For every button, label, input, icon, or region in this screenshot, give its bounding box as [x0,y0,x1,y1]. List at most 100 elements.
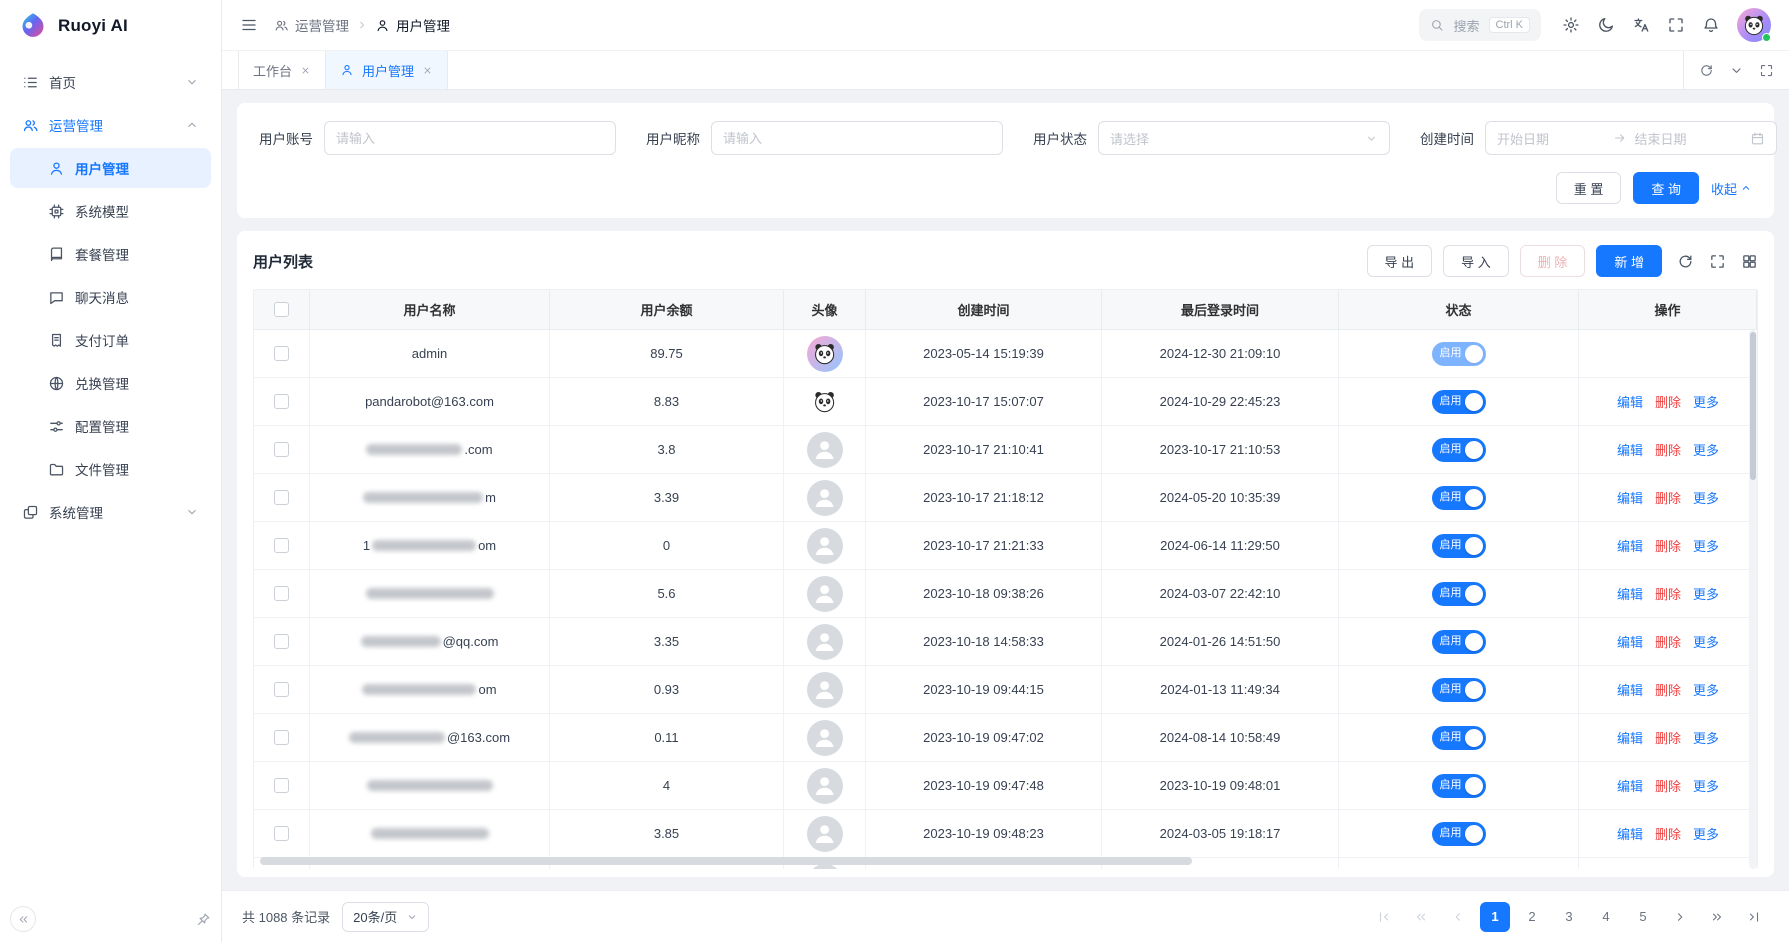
edit-link[interactable]: 编辑 [1617,584,1643,603]
more-link[interactable]: 更多 [1693,632,1719,651]
row-checkbox[interactable] [274,442,289,457]
status-toggle[interactable]: 启用 [1432,582,1486,606]
delete-link[interactable]: 删除 [1655,632,1681,651]
more-link[interactable]: 更多 [1693,536,1719,555]
status-toggle[interactable]: 启用 [1432,630,1486,654]
delete-link[interactable]: 删除 [1655,824,1681,843]
delete-button[interactable]: 删 除 [1520,245,1586,277]
status-toggle[interactable]: 启用 [1432,438,1486,462]
dark-mode-icon[interactable] [1597,16,1615,34]
row-checkbox[interactable] [274,730,289,745]
row-checkbox[interactable] [274,682,289,697]
row-checkbox[interactable] [274,490,289,505]
vertical-scrollbar-thumb[interactable] [1750,332,1756,480]
edit-link[interactable]: 编辑 [1617,536,1643,555]
page-button-5[interactable]: 5 [1628,902,1658,932]
status-toggle[interactable]: 启用 [1432,534,1486,558]
page-button-1[interactable]: 1 [1480,902,1510,932]
horizontal-scrollbar-thumb[interactable] [260,857,1192,865]
tab-menu-chevron-icon[interactable] [1729,63,1744,78]
sidebar-collapse-button[interactable] [10,906,36,932]
edit-link[interactable]: 编辑 [1617,728,1643,747]
maximize-content-icon[interactable] [1759,63,1774,78]
last-page-button[interactable] [1739,902,1769,932]
sidebar-subitem-item[interactable]: 配置管理 [10,406,211,446]
tab-close-icon[interactable] [422,65,433,76]
delete-link[interactable]: 删除 [1655,440,1681,459]
page-size-select[interactable]: 20条/页 [342,902,429,932]
hamburger-icon[interactable] [240,16,258,34]
account-input[interactable] [336,131,604,146]
delete-link[interactable]: 删除 [1655,488,1681,507]
sidebar-item-system[interactable]: 系统管理 [10,492,211,532]
refresh-table-icon[interactable] [1677,253,1694,270]
sidebar-item-home[interactable]: 首页 [10,62,211,102]
sidebar-subitem-active[interactable]: 用户管理 [10,148,211,188]
import-button[interactable]: 导 入 [1443,245,1509,277]
reset-button[interactable]: 重 置 [1556,172,1622,204]
status-toggle[interactable]: 启用 [1432,726,1486,750]
pin-icon[interactable] [196,912,211,927]
delete-link[interactable]: 删除 [1655,536,1681,555]
row-checkbox[interactable] [274,394,289,409]
status-select[interactable]: 请选择 [1098,121,1390,155]
collapse-filter-link[interactable]: 收起 [1711,179,1752,198]
more-link[interactable]: 更多 [1693,488,1719,507]
add-button[interactable]: 新 增 [1596,245,1662,277]
edit-link[interactable]: 编辑 [1617,776,1643,795]
delete-link[interactable]: 删除 [1655,584,1681,603]
date-range-picker[interactable]: 开始日期 结束日期 [1485,121,1777,155]
delete-link[interactable]: 删除 [1655,728,1681,747]
nickname-input[interactable] [723,131,991,146]
sidebar-subitem-item[interactable]: 聊天消息 [10,277,211,317]
edit-link[interactable]: 编辑 [1617,632,1643,651]
status-toggle[interactable]: 启用 [1432,774,1486,798]
delete-link[interactable]: 删除 [1655,776,1681,795]
next-page-button[interactable] [1665,902,1695,932]
more-link[interactable]: 更多 [1693,728,1719,747]
tab-close-icon[interactable] [300,65,311,76]
more-link[interactable]: 更多 [1693,824,1719,843]
edit-link[interactable]: 编辑 [1617,392,1643,411]
language-icon[interactable] [1632,16,1650,34]
global-search[interactable]: 搜索 Ctrl K [1419,9,1541,41]
sidebar-subitem-item[interactable]: 系统模型 [10,191,211,231]
settings-icon[interactable] [1562,16,1580,34]
table-fullscreen-icon[interactable] [1709,253,1726,270]
page-button-3[interactable]: 3 [1554,902,1584,932]
fullscreen-icon[interactable] [1667,16,1685,34]
tab[interactable]: 用户管理 [326,51,448,89]
export-button[interactable]: 导 出 [1367,245,1433,277]
more-link[interactable]: 更多 [1693,440,1719,459]
row-checkbox[interactable] [274,538,289,553]
user-avatar[interactable] [1737,8,1771,42]
column-settings-icon[interactable] [1741,253,1758,270]
page-button-2[interactable]: 2 [1517,902,1547,932]
edit-link[interactable]: 编辑 [1617,824,1643,843]
row-checkbox[interactable] [274,826,289,841]
more-link[interactable]: 更多 [1693,392,1719,411]
row-checkbox[interactable] [274,778,289,793]
status-toggle[interactable]: 启用 [1432,822,1486,846]
select-all-checkbox[interactable] [274,302,289,317]
more-link[interactable]: 更多 [1693,776,1719,795]
page-button-4[interactable]: 4 [1591,902,1621,932]
notifications-icon[interactable] [1702,16,1720,34]
sidebar-subitem-item[interactable]: 套餐管理 [10,234,211,274]
row-checkbox[interactable] [274,586,289,601]
status-toggle[interactable]: 启用 [1432,390,1486,414]
brand[interactable]: Ruoyi AI [0,0,221,52]
delete-link[interactable]: 删除 [1655,680,1681,699]
row-checkbox[interactable] [274,346,289,361]
query-button[interactable]: 查 询 [1633,172,1699,204]
edit-link[interactable]: 编辑 [1617,680,1643,699]
row-checkbox[interactable] [274,634,289,649]
sidebar-item-operations[interactable]: 运营管理 [10,105,211,145]
first-page-button[interactable] [1369,902,1399,932]
refresh-tab-icon[interactable] [1699,63,1714,78]
more-link[interactable]: 更多 [1693,680,1719,699]
edit-link[interactable]: 编辑 [1617,440,1643,459]
jump-forward-button[interactable] [1702,902,1732,932]
sidebar-subitem-item[interactable]: 支付订单 [10,320,211,360]
more-link[interactable]: 更多 [1693,584,1719,603]
